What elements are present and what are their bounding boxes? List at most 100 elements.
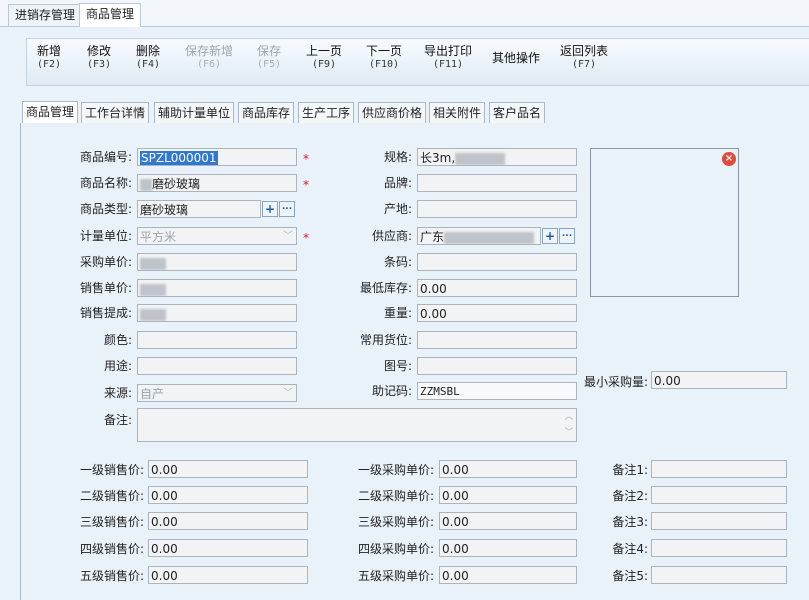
scroll-up-icon[interactable]: ︿	[562, 409, 576, 425]
edit-button[interactable]: 修改 (F3)	[87, 45, 111, 71]
level3-purchase-field[interactable]: 0.00	[439, 512, 577, 530]
level5-purchase-field[interactable]: 0.00	[439, 566, 577, 584]
unit-required-mark: *	[303, 231, 309, 245]
weight-label: 重量:	[383, 306, 412, 320]
type-more-icon[interactable]: ...	[279, 201, 295, 217]
supplier-add-icon[interactable]: +	[542, 228, 558, 244]
unit-value: 平方米	[140, 230, 177, 244]
save-and-new-button-label: 保存新增	[185, 44, 234, 58]
previous-page-button-label: 上一页	[306, 44, 343, 58]
unit-select[interactable]: 平方米 ﹀	[137, 227, 297, 245]
level1-purchase-field[interactable]: 0.00	[439, 460, 577, 478]
origin-field[interactable]	[417, 200, 577, 218]
mnemonic-field[interactable]: ZZMSBL	[417, 382, 577, 400]
supplier-label: 供应商:	[371, 229, 412, 243]
tab-product-inventory[interactable]: 商品库存	[238, 102, 295, 123]
level4-purchase-field[interactable]: 0.00	[439, 539, 577, 557]
usage-field[interactable]	[137, 357, 297, 375]
spec-field[interactable]: 长3m,	[417, 148, 577, 166]
previous-page-button[interactable]: 上一页 (F9)	[306, 45, 342, 71]
code-label: 商品编号:	[79, 150, 132, 164]
supplier-more-icon[interactable]: ...	[559, 228, 575, 244]
add-button[interactable]: 新增 (F2)	[37, 45, 61, 71]
tab-product-info[interactable]: 商品管理	[22, 101, 79, 124]
purchase-price-field[interactable]	[137, 253, 297, 271]
tab-product-management[interactable]: 商品管理	[79, 3, 142, 27]
tab-workbench-details[interactable]: 工作台详情	[81, 102, 150, 123]
source-select[interactable]: 自产 ﹀	[137, 384, 297, 402]
level4-purchase-label: 四级采购单价:	[357, 542, 434, 556]
delete-button[interactable]: 删除 (F4)	[136, 45, 160, 71]
location-field[interactable]	[417, 331, 577, 349]
remark-textarea[interactable]: ︿ ﹀	[137, 408, 577, 442]
weight-field[interactable]: 0.00	[417, 304, 577, 322]
note2-field[interactable]	[651, 486, 787, 504]
textarea-scrollbar[interactable]: ︿ ﹀	[562, 409, 576, 441]
level1-purchase-label: 一级采购单价:	[357, 463, 434, 477]
note4-field[interactable]	[651, 539, 787, 557]
supplier-field[interactable]: 广东	[417, 227, 541, 245]
product-image-box[interactable]: ×	[590, 148, 739, 297]
note1-field[interactable]	[651, 460, 787, 478]
type-field[interactable]: 磨砂玻璃	[137, 200, 261, 218]
top-tab-bar: 进销存管理 商品管理	[0, 0, 809, 27]
source-value: 自产	[140, 387, 165, 401]
color-label: 颜色:	[103, 333, 132, 347]
edit-button-label: 修改	[87, 44, 112, 58]
tab-production-process[interactable]: 生产工序	[298, 102, 355, 123]
level4-sale-field[interactable]: 0.00	[148, 539, 308, 557]
scroll-down-icon[interactable]: ﹀	[562, 425, 576, 441]
min-purchase-field[interactable]: 0.00	[651, 371, 787, 389]
tab-attachments[interactable]: 相关附件	[429, 102, 486, 123]
tab-supplier-prices[interactable]: 供应商价格	[358, 102, 427, 123]
note1-label: 备注1:	[612, 463, 648, 477]
detail-tab-bar: 商品管理 工作台详情 辅助计量单位 商品库存 生产工序 供应商价格 相关附件 客…	[20, 101, 809, 124]
save-and-new-button[interactable]: 保存新增 (F6)	[185, 45, 233, 71]
location-label: 常用货位:	[359, 333, 412, 347]
tab-auxiliary-units[interactable]: 辅助计量单位	[154, 102, 235, 123]
back-to-list-button[interactable]: 返回列表 (F7)	[560, 45, 608, 71]
barcode-field[interactable]	[417, 253, 577, 271]
export-print-button-key: (F11)	[432, 59, 464, 70]
tab-customer-names[interactable]: 客户品名	[489, 102, 546, 123]
save-button[interactable]: 保存 (F5)	[257, 45, 281, 71]
add-button-label: 新增	[37, 44, 62, 58]
drawing-number-field[interactable]	[417, 357, 577, 375]
color-field[interactable]	[137, 331, 297, 349]
toolbar: 新增 (F2) 修改 (F3) 删除 (F4) 保存新增 (F6) 保存 (F5) 上一页…	[26, 38, 809, 86]
note5-field[interactable]	[651, 566, 787, 584]
other-actions-button-label: 其他操作	[492, 51, 541, 65]
next-page-button[interactable]: 下一页 (F10)	[366, 45, 402, 71]
other-actions-button[interactable]: 其他操作	[492, 52, 540, 65]
export-print-button[interactable]: 导出打印 (F11)	[424, 45, 472, 71]
spec-value: 长3m,	[420, 151, 456, 165]
level2-purchase-field[interactable]: 0.00	[439, 486, 577, 504]
level5-sale-field[interactable]: 0.00	[148, 566, 308, 584]
level3-sale-field[interactable]: 0.00	[148, 512, 308, 530]
name-field[interactable]: 磨砂玻璃	[137, 174, 297, 192]
redacted-text	[140, 283, 166, 296]
spec-label: 规格:	[383, 150, 412, 164]
remark-label: 备注:	[103, 413, 132, 427]
level2-sale-field[interactable]: 0.00	[148, 486, 308, 504]
commission-field[interactable]	[137, 304, 297, 322]
level1-sale-field[interactable]: 0.00	[148, 460, 308, 478]
code-field[interactable]: SPZL000001	[137, 148, 297, 166]
chevron-down-icon: ﹀	[283, 231, 293, 242]
next-page-button-label: 下一页	[366, 44, 403, 58]
tab-inventory-management[interactable]: 进销存管理	[8, 4, 83, 26]
barcode-label: 条码:	[383, 255, 412, 269]
note4-label: 备注4:	[612, 542, 648, 556]
type-add-icon[interactable]: +	[262, 201, 278, 217]
delete-button-label: 删除	[136, 44, 161, 58]
note3-field[interactable]	[651, 512, 787, 530]
mnemonic-label: 助记码:	[371, 384, 412, 398]
sale-price-field[interactable]	[137, 279, 297, 297]
save-button-label: 保存	[257, 44, 282, 58]
min-stock-field[interactable]: 0.00	[417, 279, 577, 297]
brand-label: 品牌:	[383, 176, 412, 190]
redacted-text	[140, 257, 166, 270]
close-icon[interactable]: ×	[722, 152, 736, 166]
brand-field[interactable]	[417, 174, 577, 192]
purchase-price-label: 采购单价:	[79, 255, 132, 269]
